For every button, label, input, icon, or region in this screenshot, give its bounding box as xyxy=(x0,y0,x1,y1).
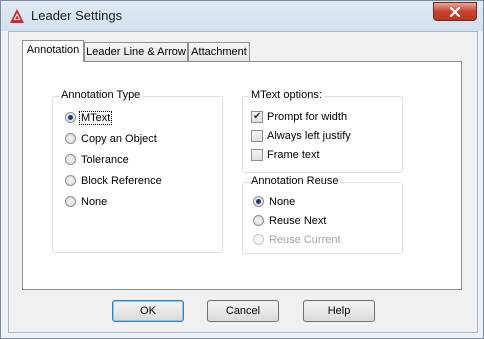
option-label: Prompt for width xyxy=(267,111,348,123)
help-button[interactable]: Help xyxy=(303,300,375,322)
option-label: Reuse Next xyxy=(269,215,327,227)
radio-button[interactable] xyxy=(253,215,264,226)
tab-annotation[interactable]: Annotation xyxy=(22,40,84,62)
option-label: None xyxy=(269,196,296,208)
checkbox[interactable] xyxy=(251,110,263,124)
option-label: MText xyxy=(79,111,113,125)
tab-attachment[interactable]: Attachment xyxy=(188,42,250,61)
annotation-tab-panel: Annotation Type MText Copy an Object Tol… xyxy=(22,61,462,290)
radio-button[interactable] xyxy=(253,196,264,207)
annotation-reuse-title: Annotation Reuse xyxy=(249,175,341,187)
title-bar[interactable]: Leader Settings xyxy=(1,1,483,31)
option-label: Always left justify xyxy=(267,130,351,142)
close-icon xyxy=(449,7,461,17)
radio-button[interactable] xyxy=(65,175,76,186)
option-label: Reuse Current xyxy=(269,234,341,246)
option-label: Copy an Object xyxy=(81,133,157,145)
annotation-type-title: Annotation Type xyxy=(59,89,143,101)
annotation-type-group: Annotation Type MText Copy an Object Tol… xyxy=(52,89,223,253)
mtext-options-title: MText options: xyxy=(249,89,324,101)
ok-button[interactable]: OK xyxy=(112,300,184,322)
option-label: None xyxy=(81,196,108,208)
radio-button[interactable] xyxy=(65,112,76,123)
radio-button[interactable] xyxy=(65,154,76,165)
checkbox[interactable] xyxy=(251,130,263,142)
radio-button[interactable] xyxy=(65,196,76,207)
autocad-icon xyxy=(10,9,24,23)
radio-button xyxy=(253,234,264,245)
dialog-body: Annotation Leader Line & Arrow Attachmen… xyxy=(8,31,478,333)
tab-leader-line-arrow[interactable]: Leader Line & Arrow xyxy=(84,42,188,61)
checkbox[interactable] xyxy=(251,149,263,161)
cancel-button[interactable]: Cancel xyxy=(207,300,279,322)
close-button[interactable] xyxy=(433,2,477,21)
leader-settings-dialog: Leader Settings Annotation Leader Line &… xyxy=(0,0,484,339)
option-label: Frame text xyxy=(267,149,320,161)
window-title: Leader Settings xyxy=(31,8,123,23)
mtext-options-group: MText options: Prompt for width Always l… xyxy=(242,89,403,173)
radio-button[interactable] xyxy=(65,133,76,144)
option-label: Block Reference xyxy=(81,175,162,187)
annotation-reuse-group: Annotation Reuse None Reuse Next Reuse C… xyxy=(242,175,403,254)
option-label: Tolerance xyxy=(81,154,129,166)
